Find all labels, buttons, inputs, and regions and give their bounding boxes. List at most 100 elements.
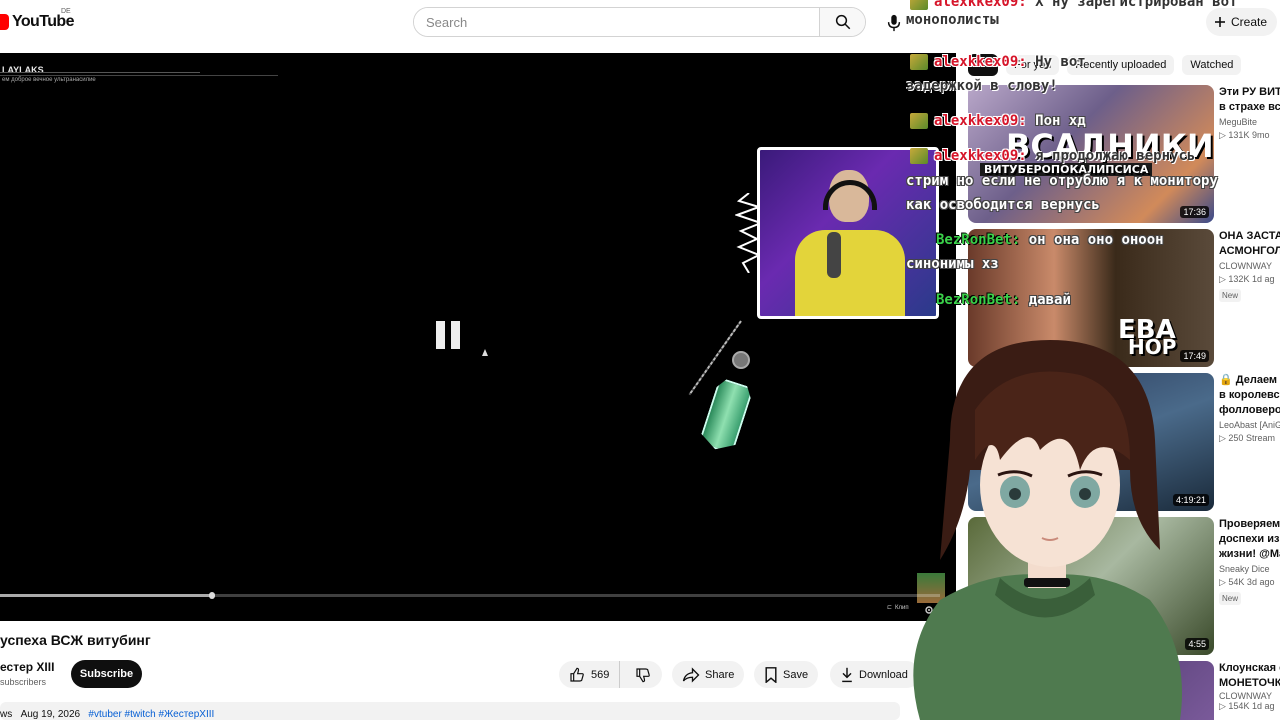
subscribe-button[interactable]: Subscribe [71,660,142,688]
voice-search-button[interactable] [880,9,908,37]
recommendation-meta: ▷ 132K 1d ag [1219,274,1275,284]
recommendation-item[interactable]: ЕВА НОР 17:49 ОНА ЗАСТАВ АСМОНГОЛ CLOWNW… [968,229,1280,367]
recommendation-info: Клоунская о МОНЕТОЧК CLOWNWAY ▷ 154K 1d … [1219,661,1280,712]
like-button[interactable]: 569 [559,661,621,688]
video-duration: 4:55 [1185,638,1209,650]
like-dislike-group: 569 [559,661,662,688]
dislike-button[interactable] [625,661,661,688]
clip-icon: ⊏ [887,605,893,611]
recommendation-channel[interactable]: MeguBite [1219,117,1280,127]
recommendation-title[interactable]: Эти РУ ВИТУ [1219,85,1280,100]
recommendation-channel[interactable]: LeoAbast [AniG [1219,420,1280,430]
recommendation-title[interactable]: 🔒 Делаем А [1219,373,1280,388]
recommendation-info: Эти РУ ВИТУ в страхе вск MeguBite ▷ 131K… [1219,85,1280,141]
recommendation-title[interactable]: Проверяем [1219,517,1280,532]
share-icon [682,666,700,683]
recommendation-meta: ▷ 54K 3d ago [1219,577,1275,587]
video-meta: ws Aug 19, 2026 #vtuber #twitch #ЖестерX… [0,709,214,720]
recommendation-thumbnail[interactable]: ЕВА НОР 17:49 [968,229,1214,367]
recommendation-title-line2[interactable]: в королевст [1219,388,1280,403]
thumbnail-subtext: ВИТУБЕРОПОКАЛИПСИСА [980,163,1153,176]
recommendation-channel[interactable]: CLOWNWAY [1219,691,1280,701]
recommendation-title-line3[interactable]: фолловеров [1219,403,1280,418]
search-button[interactable] [819,8,865,36]
streamer-figure [795,170,905,316]
download-label: Download [859,668,908,681]
recommendation-thumbnail[interactable]: 4:19:21 [968,373,1214,511]
view-count: ws [0,709,13,720]
chip-all[interactable] [968,54,998,76]
video-player[interactable]: LAYLAKS ем доброе вечное ультранасилие ⊏ [0,53,956,621]
recommendation-thumbnail[interactable]: ВСАДНИКИ ВИТУБЕРОПОКАЛИПСИСА 17:36 [968,85,1214,223]
download-icon [842,667,852,682]
recommendation-item[interactable]: Клоунская о МОНЕТОЧК CLOWNWAY ▷ 154K 1d … [968,661,1280,720]
upload-date: Aug 19, 2026 [20,709,81,720]
recommendation-thumbnail[interactable]: 4:55 [968,517,1214,655]
recommendation-title-line2[interactable]: доспехи из [1219,532,1280,547]
thumbnail-subtext: НОР [1128,335,1177,359]
microphone-icon [887,14,901,32]
recommendation-title[interactable]: ОНА ЗАСТАВ [1219,229,1280,244]
thumbs-down-icon [636,667,651,682]
progress-bar[interactable] [0,592,940,599]
top-bar: YouTube DE Create [0,0,1280,44]
create-button[interactable]: Create [1206,8,1278,36]
search-input[interactable] [414,8,819,36]
stream-title: LAYLAKS [2,65,44,75]
save-button[interactable]: Save [754,661,819,688]
recommendation-channel[interactable]: Sneaky Dice [1219,564,1280,574]
pendant-ring [732,351,750,369]
recommendation-title-line3[interactable]: жизни! @Ma [1219,547,1280,562]
streamer-webcam [757,147,939,319]
progress-scrubber[interactable] [208,592,215,599]
mini-thumbnail [917,573,945,603]
video-title: успеха ВСЖ витубинг [0,632,151,648]
channel-name[interactable]: естер XIII [0,660,54,674]
recommendation-meta: ▷ 154K 1d ag [1219,701,1275,711]
recommendation-title-line2[interactable]: АСМОНГОЛ [1219,244,1280,259]
like-count: 569 [591,668,610,681]
thumbnail-text: ВСАДНИКИ [1006,127,1214,165]
stream-subtitle: ем доброе вечное ультранасилие [2,77,96,83]
chip-watched[interactable]: Watched [1182,55,1242,75]
title-underline [0,72,200,73]
create-label: Create [1231,15,1268,29]
recommendation-item[interactable]: 4:19:21 🔒 Делаем А в королевст фолловеро… [968,373,1280,511]
recommendation-info: ОНА ЗАСТАВ АСМОНГОЛ CLOWNWAY ▷ 132K 1d a… [1219,229,1280,303]
recommendation-item[interactable]: 4:55 Проверяем доспехи из жизни! @Ma Sne… [968,517,1280,655]
mouse-cursor-icon [482,349,488,356]
download-button[interactable]: Download [830,661,920,688]
recommendation-item[interactable]: ВСАДНИКИ ВИТУБЕРОПОКАЛИПСИСА 17:36 Эти Р… [968,85,1280,223]
gear-icon[interactable] [924,602,934,614]
new-badge: New [1219,592,1242,605]
recommendation-thumbnail[interactable] [968,661,1214,720]
hashtags[interactable]: #vtuber #twitch #ЖестерXIII [88,709,214,720]
share-button[interactable]: Share [672,661,745,688]
recommendation-title-line2[interactable]: МОНЕТОЧК [1219,676,1280,691]
logo-text: YouTube [12,13,74,30]
save-label: Save [783,668,809,681]
recommendation-title[interactable]: Клоунская о [1219,661,1280,676]
subtitle-underline [0,75,278,76]
chip-recently-uploaded[interactable]: Recently uploaded [1067,55,1175,75]
youtube-logo[interactable]: YouTube DE [0,8,74,34]
video-duration: 4:19:21 [1172,494,1209,506]
youtube-play-icon [0,14,9,30]
recommendation-meta: ▷ 250 Stream [1219,433,1275,443]
recommendation-channel[interactable]: CLOWNWAY [1219,261,1280,271]
chip-for-you[interactable]: For you [1006,55,1060,75]
pause-icon[interactable] [436,321,466,353]
video-duration: 17:49 [1180,350,1209,362]
recommendation-title-line2[interactable]: в страхе вск [1219,100,1280,115]
crystal-pendant [698,377,754,455]
clip-label: Клип [895,604,909,611]
logo-region: DE [61,8,71,15]
clip-button[interactable]: ⊏ Клип [887,604,909,612]
search-icon [835,14,850,30]
filter-chips: For you Recently uploaded Watched [968,54,1242,76]
recommendation-info: Проверяем доспехи из жизни! @Ma Sneaky D… [1219,517,1280,606]
youtube-watch-page: YouTube DE Create LAYLAKS ем доброе вечн… [0,0,1280,720]
search-box [413,7,866,37]
thumbs-up-icon [570,667,584,682]
recommendation-meta: ▷ 131K 9mo [1219,130,1270,140]
